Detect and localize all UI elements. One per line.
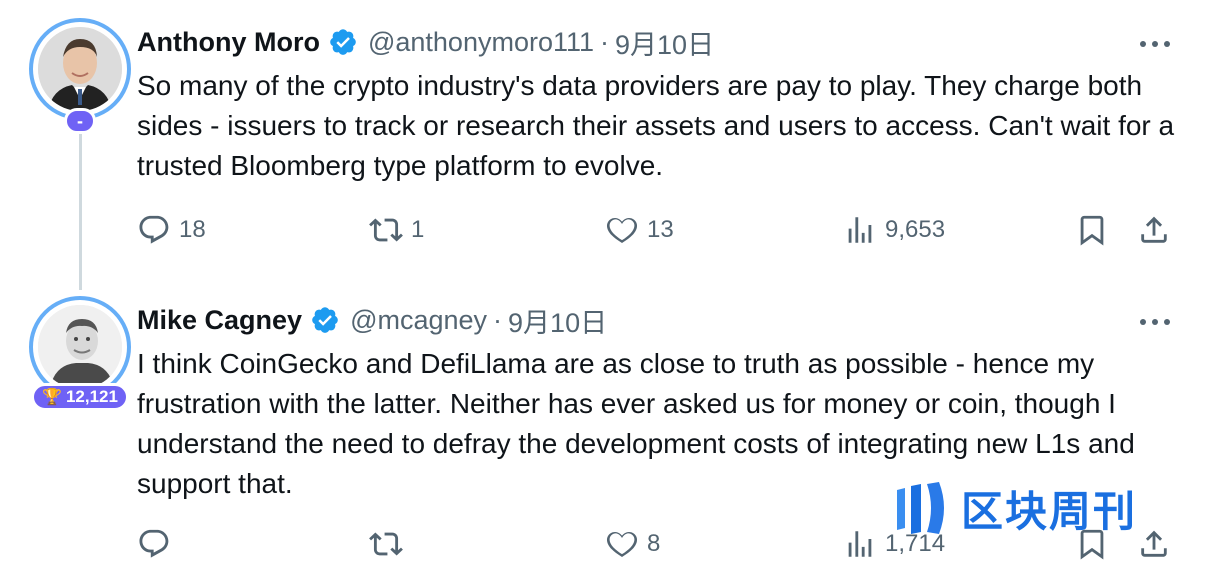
reply-button[interactable] xyxy=(137,524,179,564)
user-label-badge: - xyxy=(64,108,96,134)
reply-icon xyxy=(139,215,169,244)
bookmark-button[interactable] xyxy=(1075,210,1109,250)
tweet-date[interactable]: 9月10日 xyxy=(615,23,714,62)
like-count: 8 xyxy=(647,530,661,557)
verified-badge-icon[interactable] xyxy=(328,27,358,57)
views-icon xyxy=(848,217,872,243)
more-horizontal-icon[interactable] xyxy=(1140,316,1170,328)
author-name[interactable]: Anthony Moro xyxy=(137,27,320,58)
more-horizontal-icon[interactable] xyxy=(1140,38,1170,50)
heart-icon xyxy=(606,217,638,243)
share-icon xyxy=(1141,530,1167,557)
tweet-header: Mike Cagney @mcagney · 9月10日 xyxy=(137,301,607,340)
watermark-logo-icon xyxy=(897,482,944,534)
tweet-header: Anthony Moro @anthonymoro111 · 9月10日 xyxy=(137,23,714,62)
user-rank-badge: 🏆 12,121 xyxy=(31,383,129,411)
separator-dot: · xyxy=(493,304,503,335)
like-button[interactable]: 13 xyxy=(605,210,674,250)
author-name[interactable]: Mike Cagney xyxy=(137,305,302,336)
retweet-button[interactable] xyxy=(369,524,411,564)
heart-icon xyxy=(606,531,638,557)
avatar-photo xyxy=(38,305,122,389)
views-button[interactable]: 9,653 xyxy=(843,210,945,250)
verified-badge-icon[interactable] xyxy=(310,305,340,335)
watermark: 区块周刊 xyxy=(891,478,1137,538)
share-button[interactable] xyxy=(1137,524,1171,564)
reply-icon xyxy=(139,529,169,558)
tweet-anthony-moro[interactable]: - Anthony Moro @anthonymoro111 · 9月10日 S… xyxy=(0,10,1208,280)
views-count: 9,653 xyxy=(885,216,946,243)
reply-button[interactable]: 18 xyxy=(137,210,206,250)
retweet-button[interactable]: 1 xyxy=(369,210,424,250)
share-icon xyxy=(1141,216,1167,243)
retweet-icon xyxy=(369,532,403,556)
share-button[interactable] xyxy=(1137,210,1171,250)
rank-value: 12,121 xyxy=(65,387,118,406)
author-handle[interactable]: @anthonymoro111 xyxy=(368,27,594,58)
avatar-anthony-moro[interactable] xyxy=(29,18,131,120)
author-handle[interactable]: @mcagney xyxy=(350,305,487,336)
tweet-date[interactable]: 9月10日 xyxy=(508,301,607,340)
views-icon xyxy=(848,531,872,557)
bookmark-icon xyxy=(1080,215,1104,246)
like-count: 13 xyxy=(647,216,674,243)
watermark-text: 区块周刊 xyxy=(961,486,1138,536)
trophy-icon: 🏆 xyxy=(42,389,62,406)
like-button[interactable]: 8 xyxy=(605,524,660,564)
retweet-icon xyxy=(369,218,403,242)
avatar-photo xyxy=(38,27,122,111)
tweet-actions: 18 1 13 9,653 xyxy=(0,210,1208,250)
reply-count: 18 xyxy=(179,216,206,243)
tweet-text: So many of the crypto industry's data pr… xyxy=(137,70,1175,181)
separator-dot: · xyxy=(600,26,610,57)
retweet-count: 1 xyxy=(411,216,425,243)
